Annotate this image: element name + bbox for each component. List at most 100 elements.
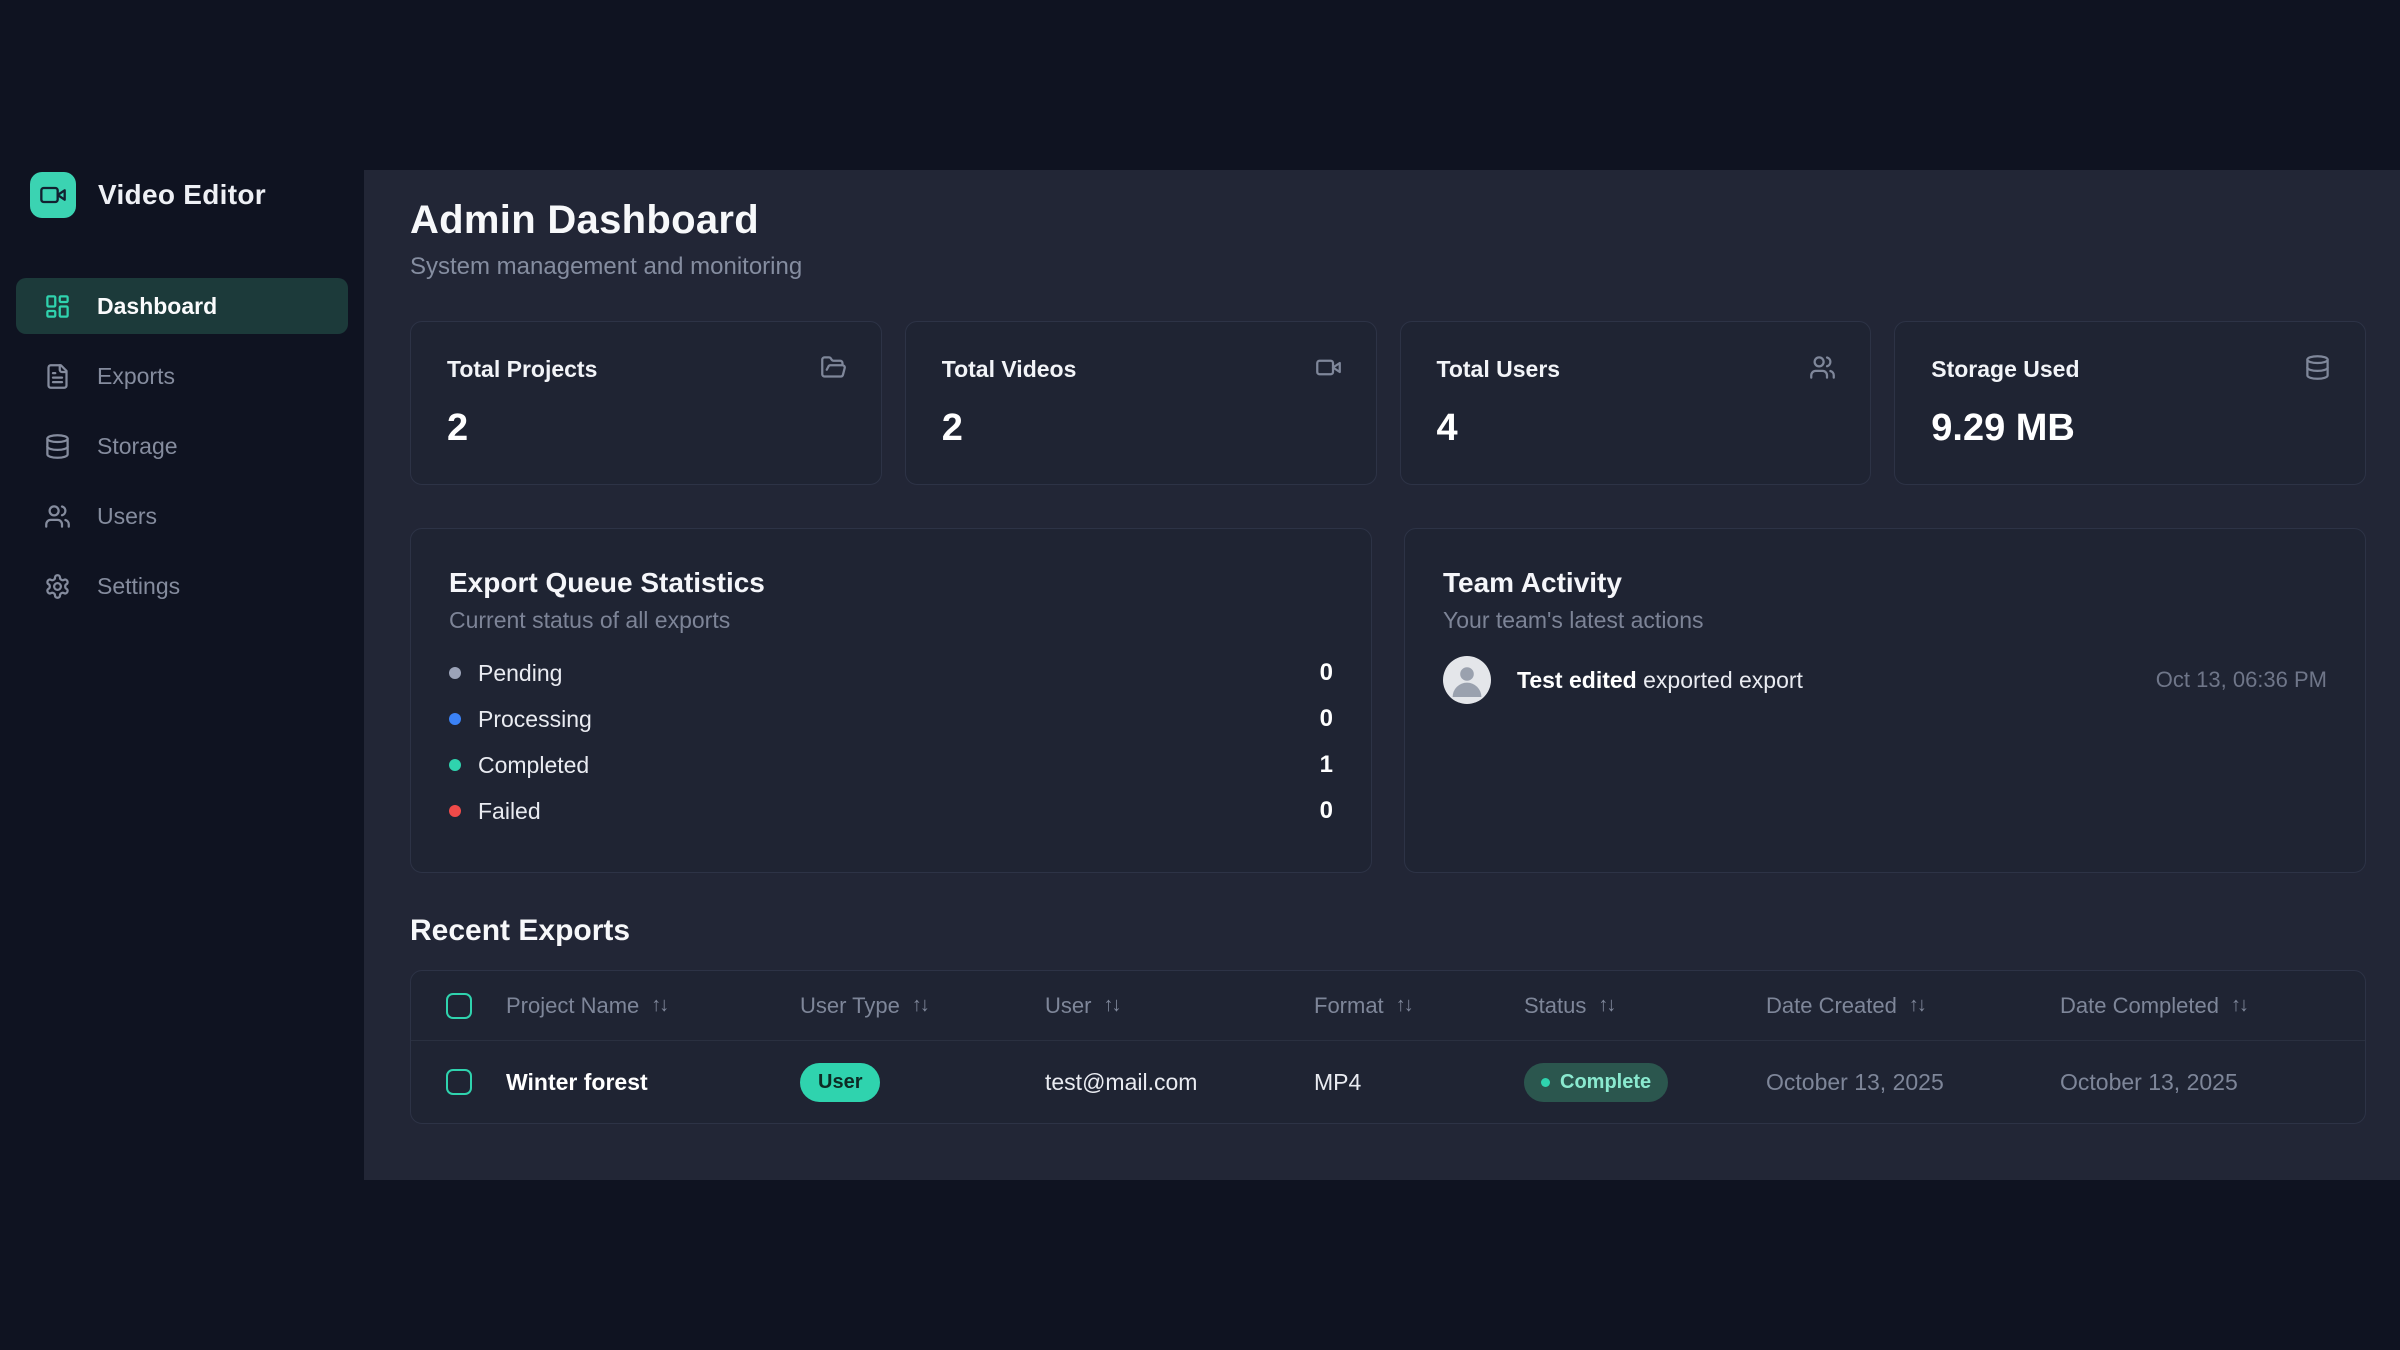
queue-row-failed: Failed 0	[449, 788, 1333, 834]
sidebar-item-exports[interactable]: Exports	[16, 348, 348, 404]
sidebar-item-label: Settings	[97, 573, 180, 600]
cell-date-completed: October 13, 2025	[2060, 1069, 2365, 1096]
export-queue-subtitle: Current status of all exports	[449, 607, 1333, 634]
stat-label: Total Users	[1437, 356, 1835, 383]
queue-row-completed: Completed 1	[449, 742, 1333, 788]
stat-value: 2	[447, 407, 845, 450]
select-all-cell	[411, 993, 506, 1019]
middle-row: Export Queue Statistics Current status o…	[410, 528, 2366, 868]
activity-timestamp: Oct 13, 06:36 PM	[2156, 667, 2327, 693]
stat-label: Total Videos	[942, 356, 1340, 383]
gear-icon	[44, 573, 71, 600]
sidebar-item-users[interactable]: Users	[16, 488, 348, 544]
queue-value: 0	[1320, 659, 1333, 687]
cell-date-created: October 13, 2025	[1766, 1069, 2060, 1096]
cell-status: Complete	[1524, 1063, 1766, 1102]
column-header-project-name[interactable]: Project Name ↑↓	[506, 993, 800, 1019]
status-dot	[449, 713, 461, 725]
cell-format: MP4	[1314, 1069, 1524, 1096]
stat-card-storage-used: Storage Used 9.29 MB	[1894, 321, 2366, 485]
stat-label: Storage Used	[1931, 356, 2329, 383]
avatar	[1443, 656, 1491, 704]
column-header-format[interactable]: Format ↑↓	[1314, 993, 1524, 1019]
sort-icon: ↑↓	[2231, 994, 2247, 1017]
recent-exports-table: Project Name ↑↓ User Type ↑↓ User ↑↓ For…	[410, 970, 2366, 1124]
column-header-status[interactable]: Status ↑↓	[1524, 993, 1766, 1019]
video-camera-icon	[30, 172, 76, 218]
queue-label: Failed	[478, 798, 541, 825]
stat-value: 9.29 MB	[1931, 407, 2329, 450]
cell-user-type: User	[800, 1063, 1045, 1102]
queue-label: Completed	[478, 752, 589, 779]
status-dot	[1541, 1078, 1550, 1087]
column-header-date-completed[interactable]: Date Completed ↑↓	[2060, 993, 2365, 1019]
column-header-user-type[interactable]: User Type ↑↓	[800, 993, 1045, 1019]
queue-row-processing: Processing 0	[449, 696, 1333, 742]
database-icon	[44, 433, 71, 460]
export-queue-title: Export Queue Statistics	[449, 567, 1333, 599]
stat-value: 2	[942, 407, 1340, 450]
export-queue-card: Export Queue Statistics Current status o…	[410, 528, 1372, 873]
queue-value: 0	[1320, 797, 1333, 825]
dashboard-icon	[44, 293, 71, 320]
sort-icon: ↑↓	[1103, 994, 1119, 1017]
column-header-user[interactable]: User ↑↓	[1045, 993, 1314, 1019]
app-title: Video Editor	[98, 179, 266, 211]
main-content: Admin Dashboard System management and mo…	[364, 170, 2400, 1180]
app-logo: Video Editor	[30, 172, 266, 218]
status-dot	[449, 805, 461, 817]
sidebar-item-settings[interactable]: Settings	[16, 558, 348, 614]
row-checkbox[interactable]	[446, 1069, 472, 1095]
cell-user: test@mail.com	[1045, 1069, 1314, 1096]
stat-card-total-projects: Total Projects 2	[410, 321, 882, 485]
stat-card-total-videos: Total Videos 2	[905, 321, 1377, 485]
page-title: Admin Dashboard	[410, 198, 2400, 243]
sidebar: Video Editor Dashboard Exports Storage U…	[0, 0, 364, 1350]
sort-icon: ↑↓	[1909, 994, 1925, 1017]
sidebar-item-storage[interactable]: Storage	[16, 418, 348, 474]
activity-text: Test edited exported export	[1517, 667, 1803, 694]
queue-label: Pending	[478, 660, 562, 687]
database-icon	[2304, 354, 2331, 381]
queue-value: 0	[1320, 705, 1333, 733]
table-header-row: Project Name ↑↓ User Type ↑↓ User ↑↓ For…	[411, 971, 2365, 1041]
sidebar-item-label: Exports	[97, 363, 175, 390]
status-dot	[449, 667, 461, 679]
team-activity-subtitle: Your team's latest actions	[1443, 607, 2327, 634]
table-row[interactable]: Winter forest User test@mail.com MP4 Com…	[411, 1041, 2365, 1123]
team-activity-title: Team Activity	[1443, 567, 2327, 599]
stats-row: Total Projects 2 Total Videos 2 Total Us…	[410, 321, 2366, 484]
column-header-date-created[interactable]: Date Created ↑↓	[1766, 993, 2060, 1019]
sidebar-item-dashboard[interactable]: Dashboard	[16, 278, 348, 334]
page-subtitle: System management and monitoring	[410, 253, 2400, 281]
queue-label: Processing	[478, 706, 592, 733]
queue-value: 1	[1320, 751, 1333, 779]
sort-icon: ↑↓	[651, 994, 667, 1017]
sort-icon: ↑↓	[912, 994, 928, 1017]
activity-action: exported export	[1637, 667, 1803, 693]
status-dot	[449, 759, 461, 771]
sort-icon: ↑↓	[1598, 994, 1614, 1017]
select-all-checkbox[interactable]	[446, 993, 472, 1019]
folder-open-icon	[820, 354, 847, 381]
sidebar-item-label: Dashboard	[97, 293, 217, 320]
video-camera-icon	[1315, 354, 1342, 381]
sidebar-item-label: Storage	[97, 433, 178, 460]
stat-card-total-users: Total Users 4	[1400, 321, 1872, 485]
sidebar-nav: Dashboard Exports Storage Users Settings	[0, 278, 364, 628]
users-icon	[44, 503, 71, 530]
users-icon	[1809, 354, 1836, 381]
queue-row-pending: Pending 0	[449, 650, 1333, 696]
activity-actor: Test edited	[1517, 667, 1637, 693]
user-type-badge: User	[800, 1063, 880, 1102]
activity-item: Test edited exported export Oct 13, 06:3…	[1443, 656, 2327, 704]
row-select-cell	[411, 1069, 506, 1095]
file-icon	[44, 363, 71, 390]
export-queue-list: Pending 0 Processing 0 Completed 1 Faile…	[449, 650, 1333, 834]
stat-value: 4	[1437, 407, 1835, 450]
cell-project-name: Winter forest	[506, 1069, 800, 1096]
stat-label: Total Projects	[447, 356, 845, 383]
team-activity-card: Team Activity Your team's latest actions…	[1404, 528, 2366, 873]
recent-exports-title: Recent Exports	[410, 914, 2400, 948]
sort-icon: ↑↓	[1396, 994, 1412, 1017]
